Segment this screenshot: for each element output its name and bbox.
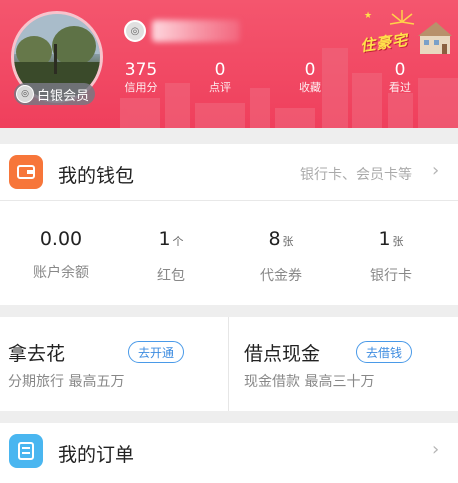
stat-viewed[interactable]: 0 看过 — [378, 60, 422, 96]
orders-title: 我的订单 — [58, 444, 135, 466]
red-packet-value: 1 — [158, 228, 171, 250]
borrow-button[interactable]: 去借钱 — [356, 341, 413, 363]
stat-reviews[interactable]: 0 点评 — [198, 60, 242, 96]
stat-value: 0 — [214, 60, 226, 80]
balance-value: 0.00 — [39, 228, 83, 250]
stat-value: 0 — [394, 60, 406, 80]
service-subtitle: 现金借款 最高三十万 — [244, 374, 375, 390]
red-packet-label: 红包 — [157, 268, 185, 284]
user-level-icon: ◎ — [124, 20, 146, 42]
wallet-bank-cards[interactable]: 1张 银行卡 — [334, 227, 448, 285]
stat-label: 看过 — [389, 81, 411, 94]
vip-badge[interactable]: ◎ 白银会员 — [14, 83, 96, 105]
stat-value: 0 — [304, 60, 316, 80]
voucher-value: 8 — [268, 228, 281, 250]
chevron-right-icon: › — [432, 160, 440, 181]
red-packet-unit: 个 — [172, 235, 184, 248]
stat-label: 点评 — [209, 81, 231, 94]
wallet-icon — [9, 155, 43, 189]
wallet-subtitle: 银行卡、会员卡等 — [300, 167, 412, 183]
medal-icon: ◎ — [16, 85, 34, 103]
profile-header: ◎ 白银会员 ◎ 375 信用分 0 点评 0 收藏 0 看过 ★ 住豪宅 — [0, 0, 458, 128]
order-list-icon — [9, 434, 43, 468]
stat-label: 信用分 — [124, 81, 158, 94]
stat-favorites[interactable]: 0 收藏 — [288, 60, 332, 96]
vertical-divider — [228, 317, 229, 411]
username-blurred[interactable] — [152, 20, 240, 42]
promo-banner[interactable]: ★ 住豪宅 — [356, 8, 454, 56]
chevron-right-icon: › — [432, 439, 440, 460]
voucher-label: 代金券 — [260, 268, 302, 284]
activate-button[interactable]: 去开通 — [128, 341, 185, 363]
service-title: 拿去花 — [8, 343, 66, 365]
stat-value: 375 — [124, 60, 158, 80]
bank-card-value: 1 — [378, 228, 391, 250]
bank-card-label: 银行卡 — [370, 268, 412, 284]
orders-row[interactable]: 我的订单 › — [0, 423, 458, 483]
finance-services: 拿去花 去开通 分期旅行 最高五万 借点现金 去借钱 现金借款 最高三十万 — [0, 317, 458, 411]
svg-text:★: ★ — [364, 11, 372, 21]
balance-label: 账户余额 — [33, 265, 89, 281]
bank-card-unit: 张 — [392, 235, 404, 248]
wallet-balance[interactable]: 0.00 账户余额 — [4, 227, 118, 282]
voucher-unit: 张 — [282, 235, 294, 248]
wallet-vouchers[interactable]: 8张 代金券 — [224, 227, 338, 285]
service-title: 借点现金 — [244, 343, 321, 365]
wallet-row[interactable]: 我的钱包 银行卡、会员卡等 › — [0, 144, 458, 200]
wallet-stats: 0.00 账户余额 1个 红包 8张 代金券 1张 银行卡 — [0, 201, 458, 305]
stat-credit-score[interactable]: 375 信用分 — [119, 60, 163, 96]
vip-label: 白银会员 — [37, 88, 90, 104]
service-subtitle: 分期旅行 最高五万 — [8, 374, 125, 390]
stat-label: 收藏 — [299, 81, 321, 94]
wallet-title: 我的钱包 — [58, 165, 135, 187]
wallet-red-packets[interactable]: 1个 红包 — [114, 227, 228, 285]
